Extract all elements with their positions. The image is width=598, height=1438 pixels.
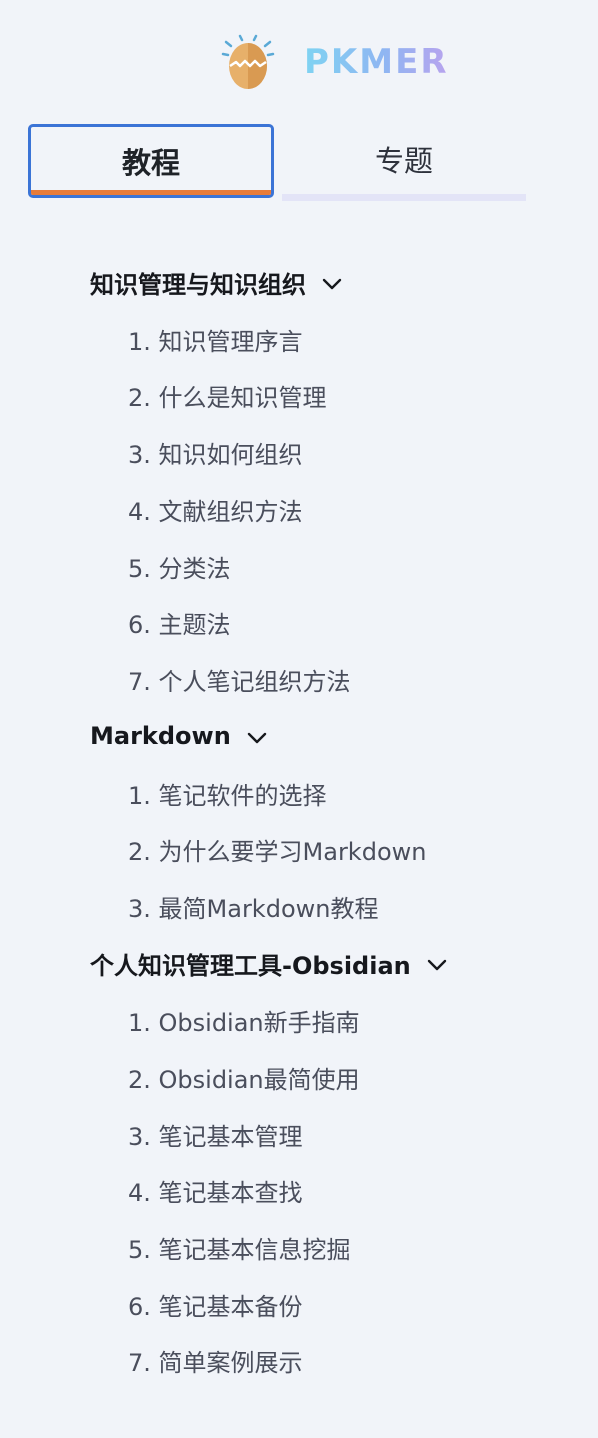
nav-item[interactable]: 5. 分类法 [128,538,231,594]
pkmer-logo[interactable]: PKMER [218,32,449,92]
nav-item[interactable]: 4. 文献组织方法 [128,481,303,537]
tab-bar: 教程 专题 [28,124,528,206]
chevron-down-icon [427,949,447,977]
nav-item[interactable]: 4. 笔记基本查找 [128,1162,303,1218]
nav-item[interactable]: 3. 最简Markdown教程 [128,878,378,934]
nav-item[interactable]: 2. Obsidian最简使用 [128,1049,360,1105]
tab-label: 专题 [374,144,433,178]
active-tab-indicator [31,190,271,195]
section-title: Markdown [90,722,231,750]
section-title: 知识管理与知识组织 [90,270,306,299]
nav-item[interactable]: 3. 笔记基本管理 [128,1106,303,1162]
logo-text: PKMER [304,42,449,82]
egg-logo-icon [221,34,275,89]
nav-item[interactable]: 2. 为什么要学习Markdown [128,821,426,877]
section-title: 个人知识管理工具-Obsidian [90,951,411,980]
inactive-tab-indicator [282,194,526,201]
nav-item[interactable]: 5. 笔记基本信息挖掘 [128,1219,351,1275]
nav-item[interactable]: 6. 主题法 [128,594,231,650]
nav-item[interactable]: 7. 个人笔记组织方法 [128,651,351,707]
nav-item[interactable]: 1. 知识管理序言 [128,311,303,367]
nav-item[interactable]: 6. 笔记基本备份 [128,1276,303,1332]
section-header-obsidian[interactable]: 个人知识管理工具-Obsidian [90,935,447,991]
nav-item[interactable]: 1. Obsidian新手指南 [128,992,360,1048]
nav-item[interactable]: 7. 简单案例展示 [128,1332,303,1388]
chevron-down-icon [322,268,342,296]
nav-item[interactable]: 2. 什么是知识管理 [128,367,327,423]
nav-item[interactable]: 3. 知识如何组织 [128,424,303,480]
tab-topics[interactable]: 专题 [282,124,526,194]
section-header-markdown[interactable]: Markdown [90,708,267,764]
section-header-knowledge-management[interactable]: 知识管理与知识组织 [90,254,342,310]
nav-item[interactable]: 1. 笔记软件的选择 [128,765,327,821]
chevron-down-icon [247,722,267,750]
tab-label: 教程 [121,146,180,180]
tab-tutorials[interactable]: 教程 [28,124,274,198]
